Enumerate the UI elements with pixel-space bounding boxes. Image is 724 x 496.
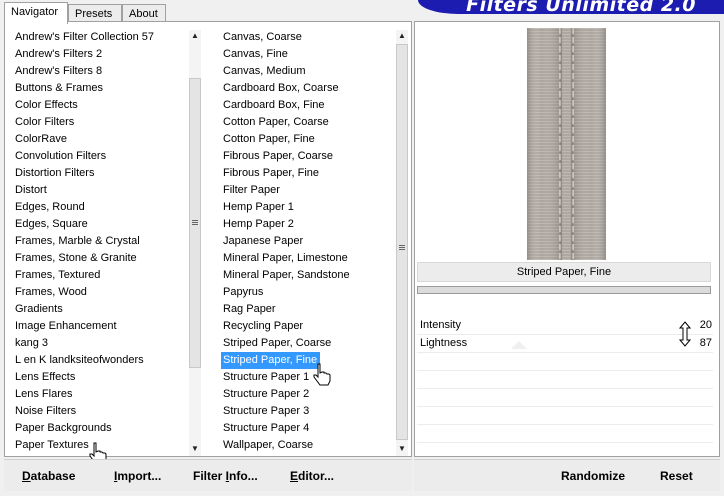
category-item[interactable]: Convolution Filters bbox=[13, 148, 185, 165]
database-button-accel: D bbox=[22, 469, 31, 483]
scroll-down-icon[interactable]: ▼ bbox=[189, 443, 201, 455]
category-item[interactable]: Frames, Textured bbox=[13, 267, 185, 284]
category-item[interactable]: Gradients bbox=[13, 301, 185, 318]
banner-title: Filters Unlimited 2.0 bbox=[466, 0, 696, 14]
filter-item[interactable]: Cardboard Box, Coarse bbox=[221, 80, 391, 97]
preview-progress-bar bbox=[417, 286, 711, 294]
preview-caption: Striped Paper, Fine bbox=[417, 262, 711, 282]
filter-item-selected[interactable]: Striped Paper, Fine bbox=[221, 352, 321, 369]
filter-item[interactable]: Cardboard Box, Fine bbox=[221, 97, 391, 114]
category-item[interactable]: L en K landksiteofwonders bbox=[13, 352, 185, 369]
filter-item[interactable]: Structure Paper 3 bbox=[221, 403, 391, 420]
category-item[interactable]: Noise Filters bbox=[13, 403, 185, 420]
filter-item[interactable]: Fibrous Paper, Fine bbox=[221, 165, 391, 182]
category-item[interactable]: Andrew's Filter Collection 57 bbox=[13, 29, 185, 46]
filter-item[interactable]: Structure Paper 1 bbox=[221, 369, 391, 386]
filter-scroll-thumb[interactable] bbox=[396, 44, 408, 440]
category-item[interactable]: kang 3 bbox=[13, 335, 185, 352]
category-item[interactable]: Edges, Round bbox=[13, 199, 185, 216]
slider-intensity-label: Intensity bbox=[420, 319, 461, 331]
scroll-up-icon[interactable]: ▲ bbox=[189, 30, 201, 42]
filter-item[interactable]: Mineral Paper, Limestone bbox=[221, 250, 391, 267]
category-item[interactable]: Andrew's Filters 8 bbox=[13, 63, 185, 80]
category-item[interactable]: Distortion Filters bbox=[13, 165, 185, 182]
filter-list: Canvas, Coarse Canvas, Fine Canvas, Medium… bbox=[221, 29, 391, 457]
filter-item[interactable]: Wallpaper, Coarse bbox=[221, 437, 391, 454]
filter-info-button-label-a: Filter bbox=[193, 469, 226, 483]
editor-button[interactable]: Editor... bbox=[290, 467, 334, 485]
filter-item[interactable]: Striped Paper, Coarse bbox=[221, 335, 391, 352]
category-item[interactable]: Lens Effects bbox=[13, 369, 185, 386]
slider-lightness[interactable]: Lightness 87 bbox=[418, 335, 718, 352]
category-item[interactable]: Image Enhancement bbox=[13, 318, 185, 335]
category-item[interactable]: Buttons & Frames bbox=[13, 80, 185, 97]
category-item[interactable]: Frames, Stone & Granite bbox=[13, 250, 185, 267]
title-banner: Filters Unlimited 2.0 bbox=[418, 0, 724, 14]
filter-info-button[interactable]: Filter Info... bbox=[193, 467, 258, 485]
filter-item[interactable]: Papyrus bbox=[221, 284, 391, 301]
category-item[interactable]: Distort bbox=[13, 182, 185, 199]
category-item[interactable]: Edges, Square bbox=[13, 216, 185, 233]
preview-image bbox=[527, 28, 606, 260]
filter-item[interactable]: Japanese Paper bbox=[221, 233, 391, 250]
slider-intensity[interactable]: Intensity 20 bbox=[418, 317, 718, 334]
filter-item[interactable]: Mineral Paper, Sandstone bbox=[221, 267, 391, 284]
category-item[interactable]: Lens Flares bbox=[13, 386, 185, 403]
randomize-button[interactable]: Randomize bbox=[561, 467, 625, 485]
editor-button-accel: E bbox=[290, 469, 299, 483]
tab-navigator-label: Navigator bbox=[11, 6, 59, 18]
editor-button-label: ditor... bbox=[298, 469, 335, 483]
category-list: Andrew's Filter Collection 57 Andrew's Fi… bbox=[13, 29, 185, 457]
category-item[interactable]: ColorRave bbox=[13, 131, 185, 148]
filter-item[interactable]: Structure Paper 4 bbox=[221, 420, 391, 437]
scroll-up-icon[interactable]: ▲ bbox=[396, 30, 408, 42]
category-item[interactable]: Color Filters bbox=[13, 114, 185, 131]
reset-button[interactable]: Reset bbox=[660, 467, 693, 485]
category-item[interactable]: Paper Textures bbox=[13, 437, 185, 454]
filter-item[interactable]: Fibrous Paper, Coarse bbox=[221, 148, 391, 165]
import-button-label: mport... bbox=[117, 469, 162, 483]
slider-lightness-value: 87 bbox=[699, 337, 712, 349]
category-item[interactable]: Color Effects bbox=[13, 97, 185, 114]
category-item[interactable]: Paper Backgrounds bbox=[13, 420, 185, 437]
filter-item[interactable]: Structure Paper 2 bbox=[221, 386, 391, 403]
scroll-down-icon[interactable]: ▼ bbox=[396, 443, 408, 455]
filter-item[interactable]: Canvas, Medium bbox=[221, 63, 391, 80]
slider-marker-icon bbox=[511, 341, 527, 349]
tab-navigator[interactable]: Navigator bbox=[4, 2, 68, 24]
database-button[interactable]: Database bbox=[22, 467, 75, 485]
slider-lightness-label: Lightness bbox=[420, 337, 468, 349]
tab-about-label: About bbox=[129, 8, 158, 20]
filter-item[interactable]: Cotton Paper, Fine bbox=[221, 131, 391, 148]
category-scroll-thumb[interactable] bbox=[189, 78, 201, 368]
filter-item[interactable]: Recycling Paper bbox=[221, 318, 391, 335]
filter-scrollbar[interactable]: ▲ ▼ bbox=[396, 30, 408, 456]
database-button-label: atabase bbox=[30, 469, 76, 483]
filter-item[interactable]: Hemp Paper 2 bbox=[221, 216, 391, 233]
filter-item[interactable]: Cotton Paper, Coarse bbox=[221, 114, 391, 131]
filter-item[interactable]: Canvas, Fine bbox=[221, 46, 391, 63]
category-item[interactable]: Frames, Wood bbox=[13, 284, 185, 301]
tab-presets-label: Presets bbox=[75, 8, 113, 20]
import-button[interactable]: Import... bbox=[114, 467, 161, 485]
category-scrollbar[interactable]: ▲ ▼ bbox=[189, 30, 201, 456]
category-item[interactable]: Andrew's Filters 2 bbox=[13, 46, 185, 63]
category-item[interactable]: Frames, Marble & Crystal bbox=[13, 233, 185, 250]
filter-item[interactable]: Rag Paper bbox=[221, 301, 391, 318]
filter-item[interactable]: Hemp Paper 1 bbox=[221, 199, 391, 216]
filter-info-button-label-b: nfo... bbox=[229, 469, 258, 483]
slider-intensity-value: 20 bbox=[699, 319, 712, 331]
filter-item[interactable]: Filter Paper bbox=[221, 182, 391, 199]
filter-item[interactable]: Canvas, Coarse bbox=[221, 29, 391, 46]
